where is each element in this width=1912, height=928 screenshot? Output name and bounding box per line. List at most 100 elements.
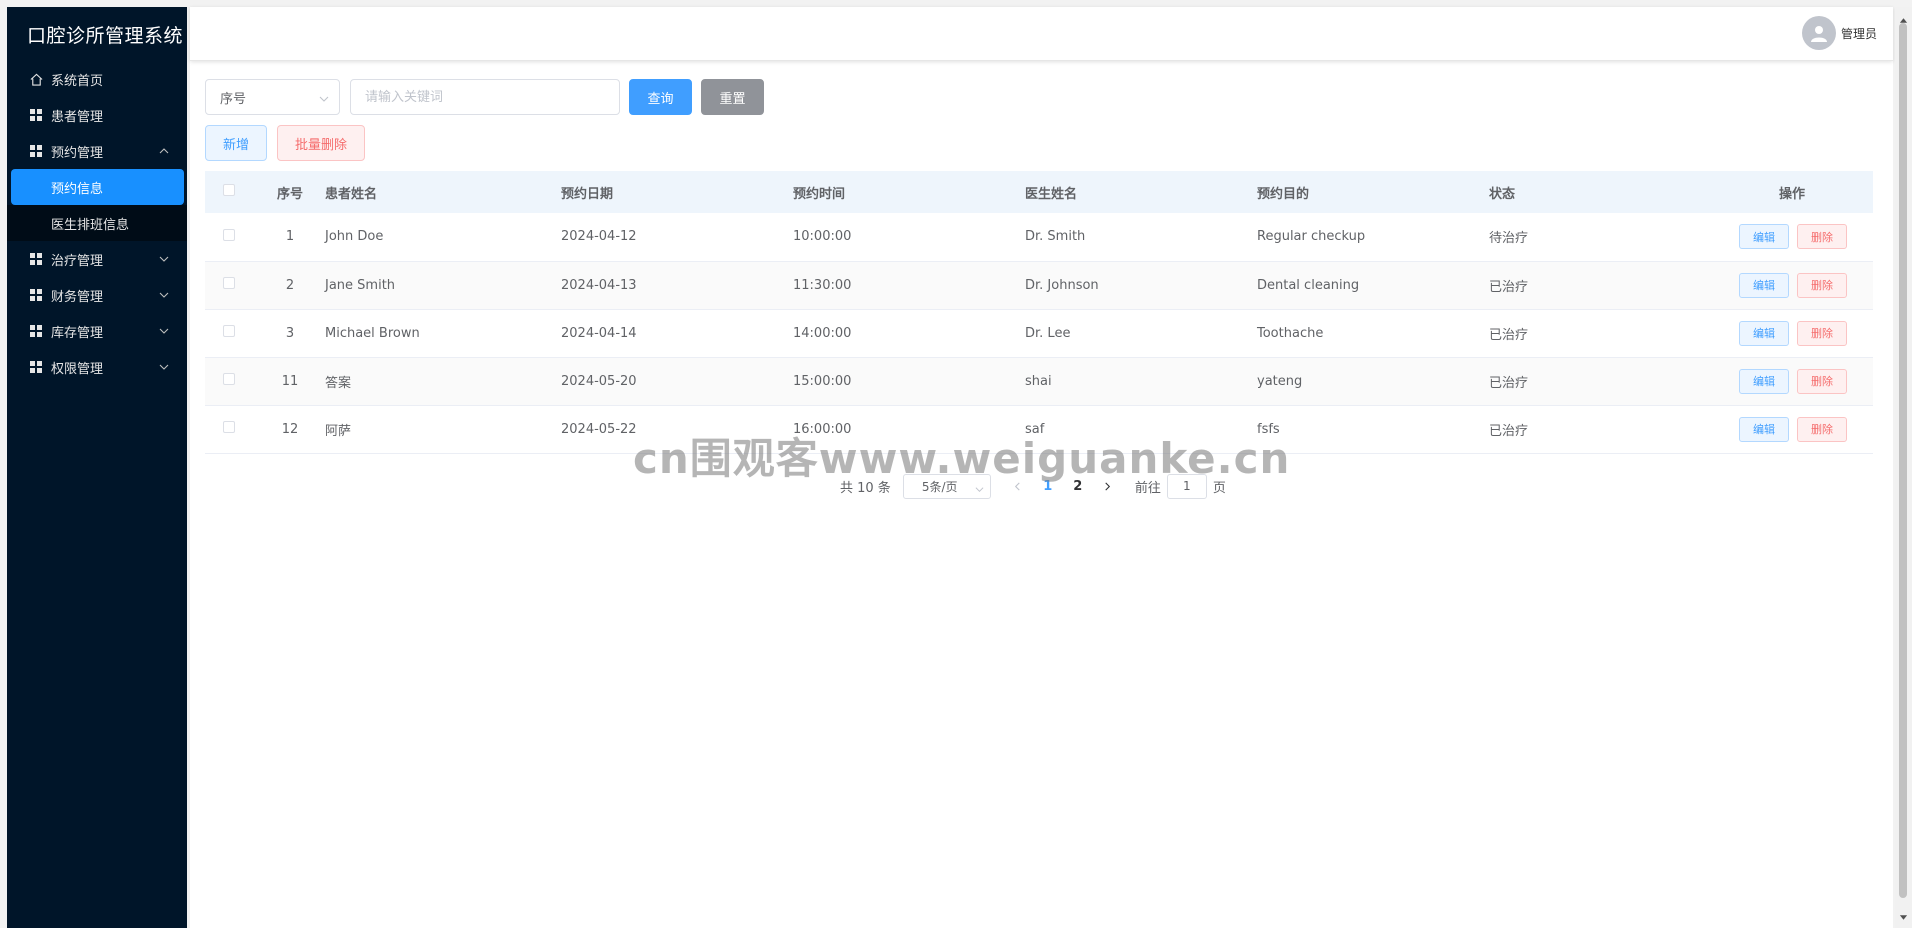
reset-button[interactable]: 重置	[701, 79, 764, 115]
goto-page-input[interactable]	[1166, 473, 1207, 499]
cell-status: 待治疗	[1489, 231, 1529, 247]
edit-button[interactable]: 编辑	[1739, 320, 1789, 346]
cell-doctor: saf	[1025, 421, 1045, 437]
chevron-down-icon	[319, 93, 329, 108]
app-title: 口腔诊所管理系统	[27, 24, 184, 47]
page-2-button[interactable]: 2	[1063, 472, 1093, 500]
edit-button[interactable]: 编辑	[1739, 368, 1789, 394]
search-input[interactable]	[350, 79, 620, 115]
sidebar-item-label: 治疗管理	[51, 253, 104, 269]
row-checkbox[interactable]	[223, 325, 235, 337]
cell-doctor: Dr. Johnson	[1025, 277, 1099, 293]
cell-status: 已治疗	[1489, 423, 1529, 439]
grid-icon	[29, 288, 43, 302]
sidebar: 口腔诊所管理系统 系统首页 患者管理 预约管理 预约信息 医生排班信息 治疗管理…	[7, 7, 187, 928]
cell-time: 15:00:00	[793, 373, 852, 389]
search-field-value: 序号	[220, 91, 247, 107]
table-header-row: 序号 患者姓名 预约日期 预约时间 医生姓名 预约目的 状态 操作	[205, 171, 1873, 213]
row-checkbox[interactable]	[223, 373, 235, 385]
batch-delete-button[interactable]: 批量删除	[277, 125, 365, 161]
delete-button[interactable]: 删除	[1797, 224, 1847, 250]
sidebar-item-permissions[interactable]: 权限管理	[7, 349, 187, 385]
row-checkbox[interactable]	[223, 228, 235, 241]
search-field-select[interactable]: 序号	[205, 79, 340, 115]
cell-purpose: Regular checkup	[1257, 229, 1366, 245]
table-row: 11 答案 2024-05-20 15:00:00 shai yateng 已治…	[205, 357, 1873, 405]
sidebar-item-inventory[interactable]: 库存管理	[7, 313, 187, 349]
cell-date: 2024-05-20	[561, 373, 637, 389]
scroll-down-icon[interactable]	[1899, 907, 1908, 926]
page-size-value: 5条/页	[921, 479, 958, 494]
scrollbar-thumb[interactable]	[1899, 23, 1907, 898]
select-all-checkbox[interactable]	[223, 184, 235, 196]
chevron-right-icon	[1105, 482, 1111, 490]
sidebar-subitem-doctor-schedule[interactable]: 医生排班信息	[7, 205, 187, 241]
edit-button[interactable]: 编辑	[1739, 272, 1789, 298]
chevron-down-icon	[159, 325, 169, 335]
appointments-table: 序号 患者姓名 预约日期 预约时间 医生姓名 预约目的 状态 操作 1 John…	[205, 171, 1873, 454]
cell-no: 11	[281, 373, 299, 389]
page-1-button[interactable]: 1	[1033, 472, 1063, 500]
cell-status: 已治疗	[1489, 327, 1529, 343]
table-row: 12 阿萨 2024-05-22 16:00:00 saf fsfs 已治疗 编…	[205, 405, 1873, 453]
cell-date: 2024-04-13	[561, 277, 637, 293]
col-header-status: 状态	[1489, 186, 1516, 202]
edit-button[interactable]: 编辑	[1739, 416, 1789, 442]
cell-doctor: shai	[1025, 373, 1052, 389]
delete-button[interactable]: 删除	[1797, 368, 1847, 394]
col-header-ops: 操作	[1778, 186, 1805, 202]
row-checkbox[interactable]	[223, 277, 235, 289]
cell-no: 12	[281, 421, 299, 437]
cell-no: 2	[285, 277, 295, 293]
add-button[interactable]: 新增	[205, 125, 267, 161]
sidebar-item-patients[interactable]: 患者管理	[7, 97, 187, 133]
sidebar-item-label: 财务管理	[51, 289, 104, 305]
cell-time: 11:30:00	[793, 277, 852, 293]
edit-button[interactable]: 编辑	[1739, 224, 1789, 250]
sidebar-item-finance[interactable]: 财务管理	[7, 277, 187, 313]
cell-purpose: fsfs	[1257, 421, 1280, 437]
chevron-left-icon	[1015, 482, 1020, 490]
cell-patient: John Doe	[325, 229, 384, 245]
sidebar-item-label: 权限管理	[51, 361, 104, 377]
vertical-scrollbar[interactable]	[1895, 7, 1912, 928]
cell-purpose: yateng	[1257, 373, 1303, 389]
delete-button[interactable]: 删除	[1797, 272, 1847, 298]
delete-button[interactable]: 删除	[1797, 320, 1847, 346]
sidebar-item-appointments[interactable]: 预约管理	[7, 133, 187, 169]
sidebar-item-label: 预约管理	[51, 145, 104, 161]
col-header-date: 预约日期	[561, 186, 614, 202]
avatar[interactable]	[1801, 16, 1836, 50]
query-button[interactable]: 查询	[629, 79, 692, 115]
sidebar-item-treatment[interactable]: 治疗管理	[7, 241, 187, 277]
col-header-patient: 患者姓名	[325, 186, 378, 202]
pagination: 共 10 条 5条/页 1 2 前往 页	[840, 472, 1226, 500]
sidebar-item-label: 系统首页	[51, 73, 104, 89]
table-row: 1 John Doe 2024-04-12 10:00:00 Dr. Smith…	[205, 213, 1873, 261]
next-page-button[interactable]	[1093, 472, 1123, 500]
chevron-down-icon	[159, 361, 169, 371]
sidebar-item-home[interactable]: 系统首页	[7, 61, 187, 97]
goto-suffix: 页	[1212, 480, 1226, 496]
prev-page-button[interactable]	[1003, 472, 1033, 500]
table-row: 2 Jane Smith 2024-04-13 11:30:00 Dr. Joh…	[205, 261, 1873, 309]
delete-button[interactable]: 删除	[1797, 416, 1847, 442]
search-toolbar: 序号 查询 重置	[205, 79, 764, 115]
cell-patient: 答案	[325, 375, 352, 391]
home-icon	[29, 72, 43, 86]
cell-no: 1	[285, 229, 295, 245]
cell-no: 3	[285, 325, 295, 341]
cell-patient: 阿萨	[325, 423, 352, 439]
user-menu[interactable]: 管理员	[1801, 16, 1877, 50]
col-header-no: 序号	[276, 186, 303, 202]
action-bar: 新增 批量删除	[205, 125, 365, 161]
sidebar-subitem-appointment-info[interactable]: 预约信息	[11, 169, 184, 205]
cell-date: 2024-04-14	[561, 325, 637, 341]
cell-status: 已治疗	[1489, 279, 1529, 295]
table-row: 3 Michael Brown 2024-04-14 14:00:00 Dr. …	[205, 309, 1873, 357]
row-checkbox[interactable]	[223, 421, 235, 433]
cell-time: 10:00:00	[793, 229, 852, 245]
page-size-select[interactable]: 5条/页	[902, 473, 991, 499]
top-header: 管理员	[190, 7, 1893, 61]
main-content: 管理员 序号 查询 重置 新增 批量删除 序号 患者姓名	[190, 7, 1893, 928]
